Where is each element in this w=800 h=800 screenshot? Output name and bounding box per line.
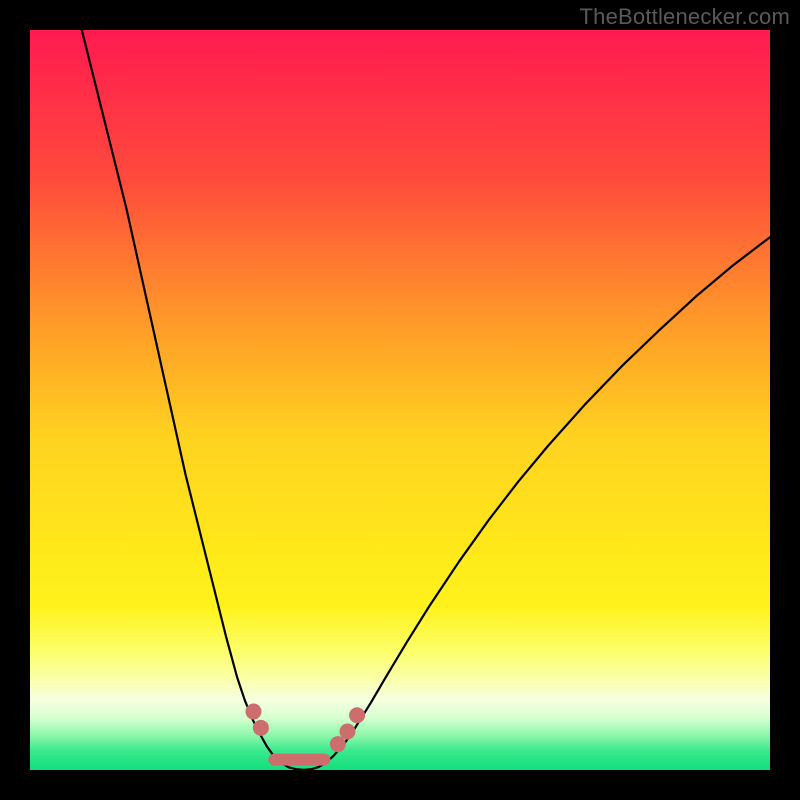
watermark-text: TheBottlenecker.com bbox=[580, 4, 790, 30]
chart-plot bbox=[30, 30, 770, 770]
marker-dot bbox=[330, 736, 346, 752]
marker-dot bbox=[245, 704, 261, 720]
marker-dot bbox=[349, 707, 365, 723]
chart-background bbox=[30, 30, 770, 770]
marker-dot bbox=[253, 720, 269, 736]
marker-dot bbox=[339, 724, 355, 740]
chart-container: TheBottlenecker.com bbox=[0, 0, 800, 800]
marker-bar bbox=[268, 754, 330, 766]
